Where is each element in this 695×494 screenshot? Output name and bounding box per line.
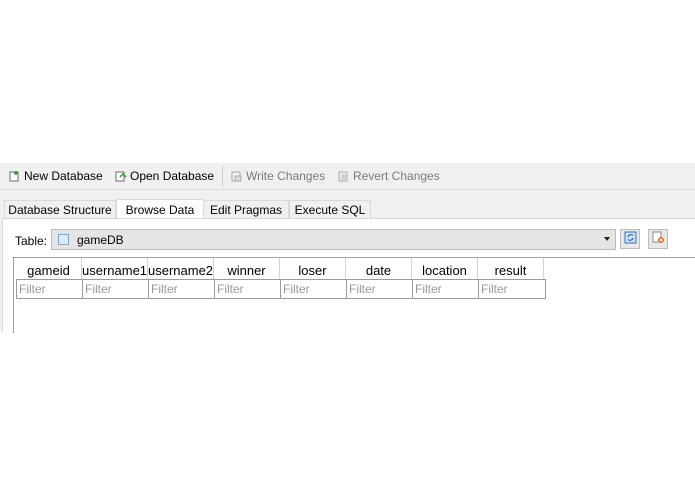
write-changes-label: Write Changes bbox=[246, 169, 326, 183]
table-select-value: gameDB bbox=[77, 232, 124, 247]
column-header-location[interactable]: location bbox=[412, 258, 478, 279]
write-changes-button[interactable]: Write Changes bbox=[231, 167, 325, 185]
tab-label: Browse Data bbox=[125, 203, 195, 217]
clear-filters-button[interactable] bbox=[648, 229, 668, 249]
filter-input-username2[interactable] bbox=[149, 280, 215, 298]
column-header-row: gameid username1 username2 winner loser … bbox=[16, 258, 544, 279]
tab-bar: Database Structure Browse Data Edit Prag… bbox=[0, 199, 695, 220]
tab-edit-pragmas[interactable]: Edit Pragmas bbox=[203, 200, 289, 219]
filter-input-gameid[interactable] bbox=[17, 280, 83, 298]
column-header-username2[interactable]: username2 bbox=[148, 258, 214, 279]
new-database-label: New Database bbox=[24, 169, 103, 183]
tab-execute-sql[interactable]: Execute SQL bbox=[289, 200, 371, 219]
browse-data-pane: Table: gameDB gameid username1 username2… bbox=[2, 218, 695, 333]
toolbar-separator bbox=[222, 165, 223, 187]
filter-input-location[interactable] bbox=[413, 280, 479, 298]
column-header-winner[interactable]: winner bbox=[214, 258, 280, 279]
filter-input-date[interactable] bbox=[347, 280, 413, 298]
column-header-username1[interactable]: username1 bbox=[82, 258, 148, 279]
new-database-button[interactable]: New Database bbox=[9, 167, 103, 185]
tab-database-structure[interactable]: Database Structure bbox=[4, 200, 116, 219]
table-icon bbox=[58, 234, 69, 245]
column-header-loser[interactable]: loser bbox=[280, 258, 346, 279]
table-select[interactable]: gameDB bbox=[51, 229, 616, 250]
filter-input-loser[interactable] bbox=[281, 280, 347, 298]
column-header-gameid[interactable]: gameid bbox=[16, 258, 82, 279]
tab-browse-data[interactable]: Browse Data bbox=[116, 199, 204, 220]
tab-label: Execute SQL bbox=[294, 203, 366, 217]
table-label: Table: bbox=[15, 234, 48, 248]
refresh-button[interactable] bbox=[620, 229, 640, 249]
open-database-label: Open Database bbox=[130, 169, 215, 183]
tab-label: Edit Pragmas bbox=[209, 203, 283, 217]
open-database-icon bbox=[115, 170, 127, 182]
filter-input-winner[interactable] bbox=[215, 280, 281, 298]
revert-changes-icon bbox=[338, 170, 350, 182]
column-header-date[interactable]: date bbox=[346, 258, 412, 279]
revert-changes-button[interactable]: Revert Changes bbox=[338, 167, 440, 185]
clear-filters-icon bbox=[652, 231, 665, 247]
refresh-icon bbox=[624, 231, 637, 247]
main-toolbar: New Database Open Database Write Changes… bbox=[0, 163, 695, 190]
new-database-icon bbox=[9, 170, 21, 182]
chevron-down-icon bbox=[604, 237, 610, 241]
tab-label: Database Structure bbox=[8, 203, 112, 217]
column-header-result[interactable]: result bbox=[478, 258, 544, 279]
filter-input-result[interactable] bbox=[479, 280, 545, 298]
app-window: New Database Open Database Write Changes… bbox=[0, 163, 695, 333]
open-database-button[interactable]: Open Database bbox=[115, 167, 214, 185]
data-grid: gameid username1 username2 winner loser … bbox=[13, 257, 695, 333]
revert-changes-label: Revert Changes bbox=[353, 169, 440, 183]
filter-row bbox=[16, 279, 546, 299]
filter-input-username1[interactable] bbox=[83, 280, 149, 298]
write-changes-icon bbox=[231, 170, 243, 182]
